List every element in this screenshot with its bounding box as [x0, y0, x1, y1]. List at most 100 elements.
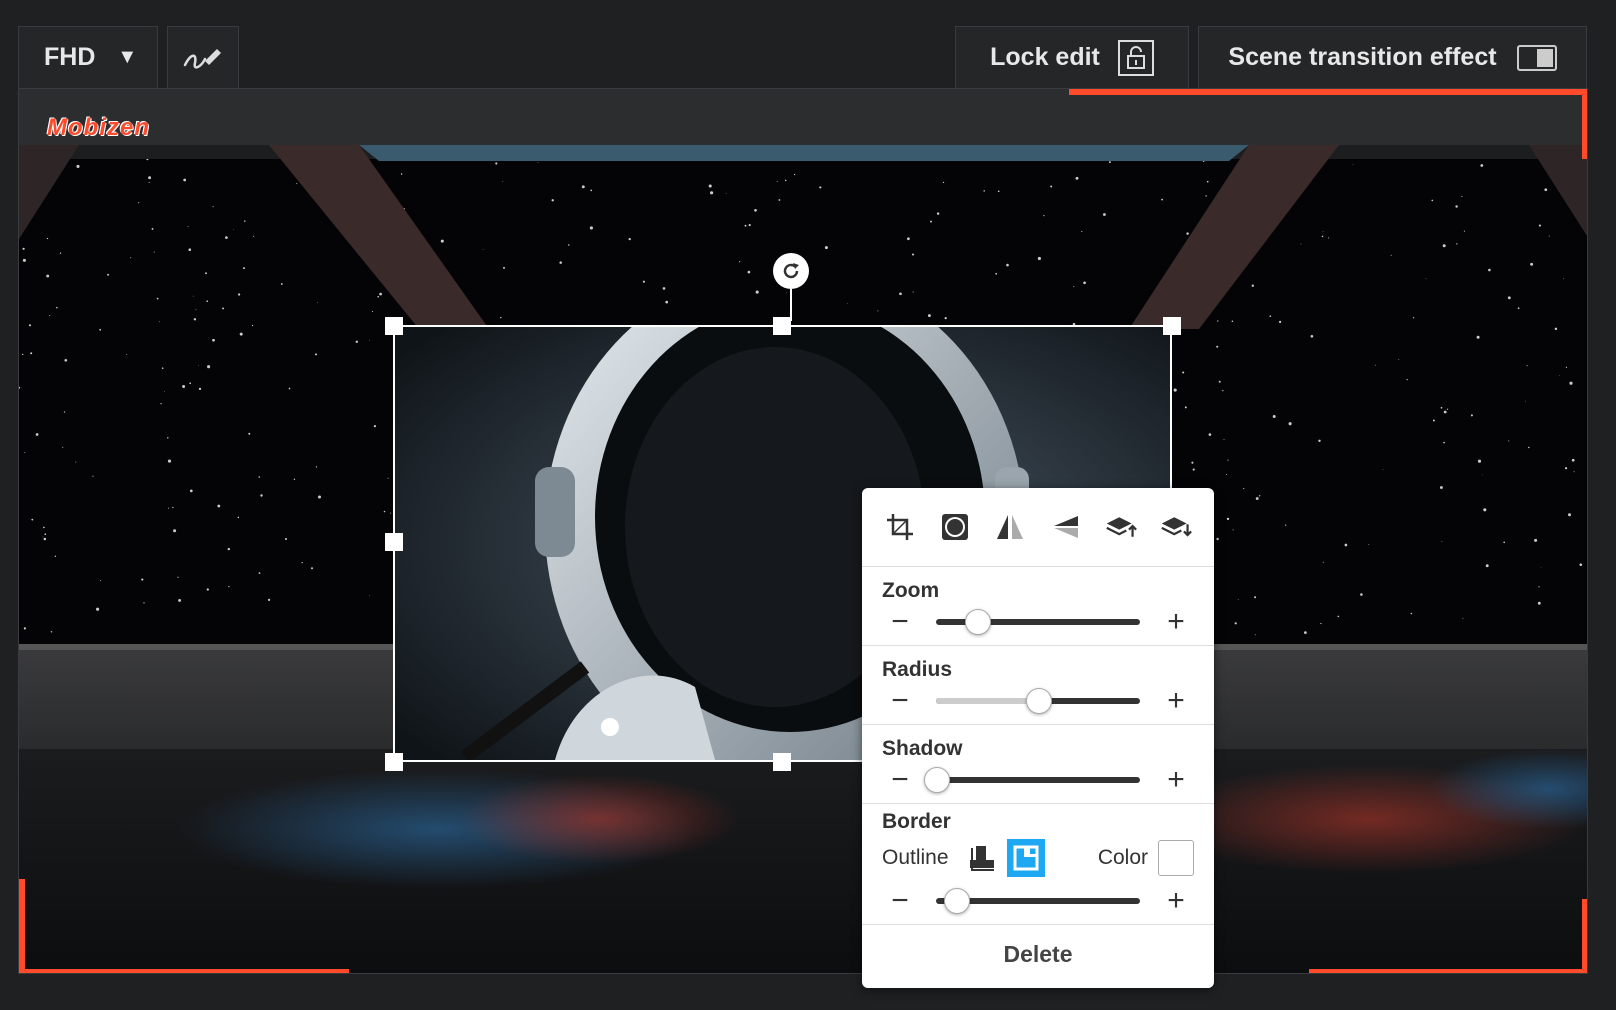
lock-edit-button[interactable]: Lock edit: [955, 26, 1189, 88]
shadow-plus-button[interactable]: +: [1158, 763, 1194, 797]
delete-button[interactable]: Delete: [862, 925, 1214, 983]
star: [156, 297, 159, 300]
star: [167, 459, 172, 463]
star: [628, 237, 631, 241]
star: [1442, 244, 1446, 248]
radius-slider[interactable]: [936, 688, 1140, 714]
star: [189, 489, 193, 493]
star: [1182, 371, 1185, 374]
star: [1161, 198, 1163, 201]
shadow-minus-button[interactable]: −: [882, 763, 918, 797]
border-slider[interactable]: [936, 888, 1140, 914]
resolution-dropdown[interactable]: FHD ▼: [18, 26, 158, 88]
star: [62, 446, 64, 448]
scene-transition-toggle[interactable]: [1516, 44, 1557, 71]
unlock-icon: [1117, 39, 1154, 76]
border-minus-button[interactable]: −: [882, 884, 918, 918]
star: [167, 437, 169, 439]
star: [1571, 458, 1575, 462]
send-backward-icon[interactable]: [1160, 511, 1193, 543]
star: [311, 567, 313, 570]
star: [1223, 439, 1225, 441]
resize-handle-top-right[interactable]: [1163, 317, 1181, 335]
star: [581, 185, 585, 189]
rotate-handle[interactable]: [773, 253, 809, 289]
star: [369, 339, 370, 341]
star: [995, 272, 998, 275]
star: [1488, 268, 1491, 272]
star: [28, 324, 32, 327]
star: [1568, 513, 1571, 517]
star: [1554, 327, 1558, 331]
bring-forward-icon[interactable]: [1105, 511, 1137, 543]
color-label: Color: [1097, 846, 1148, 869]
border-plus-button[interactable]: +: [1158, 884, 1194, 918]
star: [1191, 461, 1194, 464]
star: [100, 580, 102, 582]
star: [1544, 188, 1548, 192]
star: [369, 595, 370, 596]
star: [1398, 359, 1400, 361]
crop-icon[interactable]: [884, 511, 916, 543]
star: [1222, 389, 1224, 392]
shadow-slider[interactable]: [924, 767, 1140, 793]
star: [1218, 380, 1221, 383]
star: [662, 287, 666, 290]
scene-transition-label: Scene transition effect: [1228, 43, 1497, 71]
star: [371, 311, 374, 313]
radius-plus-button[interactable]: +: [1158, 684, 1194, 718]
star: [288, 387, 291, 390]
scene-canvas[interactable]: Mobizen: [18, 88, 1588, 974]
star: [1563, 278, 1564, 280]
star: [665, 300, 669, 304]
star: [141, 578, 144, 581]
star: [390, 512, 392, 514]
star: [205, 272, 207, 275]
zoom-minus-button[interactable]: −: [882, 605, 918, 639]
star: [1443, 410, 1447, 414]
zoom-plus-button[interactable]: +: [1158, 605, 1194, 639]
star: [500, 316, 502, 319]
radius-minus-button[interactable]: −: [882, 684, 918, 718]
resize-handle-bottom-left[interactable]: [385, 753, 403, 771]
star: [944, 316, 947, 320]
flip-vertical-icon[interactable]: [1050, 511, 1082, 543]
outline-outer-button[interactable]: [963, 839, 1001, 877]
resolution-label: FHD: [44, 43, 96, 71]
star: [212, 338, 215, 342]
star: [1528, 446, 1530, 449]
star: [1321, 235, 1324, 238]
resize-handle-left[interactable]: [385, 533, 403, 551]
star: [1231, 320, 1234, 323]
star: [440, 239, 444, 243]
star: [1318, 439, 1321, 443]
border-color-swatch[interactable]: [1158, 840, 1194, 876]
star: [30, 352, 33, 355]
resize-handle-bottom[interactable]: [773, 753, 791, 771]
star: [260, 494, 263, 497]
scene-transition-control: Scene transition effect: [1198, 26, 1587, 88]
star: [936, 212, 940, 215]
star: [1254, 596, 1257, 599]
star: [1227, 459, 1229, 461]
star: [1432, 419, 1435, 422]
star: [1258, 495, 1261, 497]
resize-handle-top-left[interactable]: [385, 317, 403, 335]
star: [911, 253, 915, 256]
star: [177, 576, 179, 578]
flip-horizontal-icon[interactable]: [994, 511, 1026, 543]
star: [784, 179, 787, 182]
star: [877, 310, 879, 312]
outline-inner-button[interactable]: [1006, 839, 1045, 877]
star: [1300, 243, 1302, 245]
star: [1320, 622, 1322, 625]
star: [212, 206, 214, 208]
star: [1476, 335, 1480, 339]
draw-button[interactable]: [167, 26, 239, 88]
star: [168, 507, 170, 509]
star: [1480, 164, 1484, 167]
circle-mask-icon[interactable]: [939, 511, 971, 543]
zoom-slider[interactable]: [936, 609, 1140, 635]
resize-handle-top[interactable]: [773, 317, 791, 335]
pen-draw-icon: [183, 48, 221, 69]
